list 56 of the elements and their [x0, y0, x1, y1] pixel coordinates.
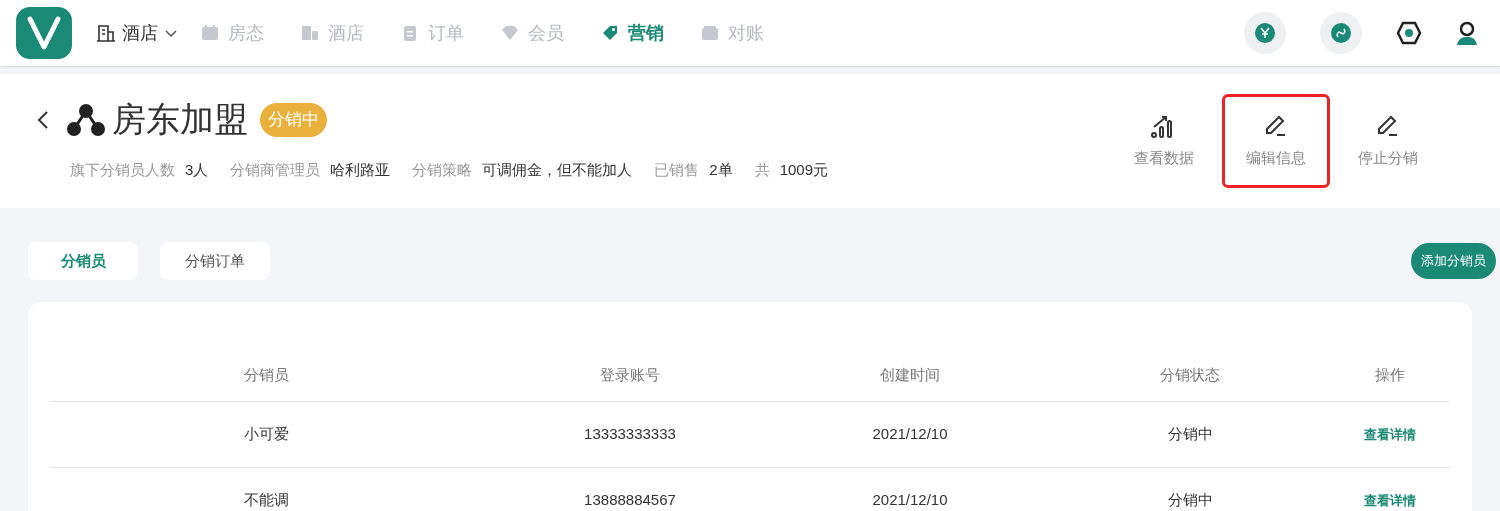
meta-value: 1009元	[779, 160, 829, 180]
meta-label: 旗下分销员人数	[70, 160, 175, 180]
status-badge: 分销中	[260, 102, 327, 137]
column-header: 分销员	[244, 365, 289, 386]
nav-tab[interactable]: 会员	[500, 19, 564, 47]
settings-button[interactable]	[1396, 21, 1422, 45]
table-cell-text: 2021/12/10	[872, 424, 948, 445]
nav-tab[interactable]: 房态	[200, 19, 264, 47]
link-button[interactable]	[1320, 12, 1362, 54]
meta-value: 可调佣金，但不能加人	[482, 160, 633, 180]
hexagon-icon	[1396, 21, 1422, 45]
action-button[interactable]: 停止分销	[1334, 94, 1442, 188]
building-icon	[300, 23, 320, 43]
chevron-left-icon	[36, 108, 50, 131]
add-distributor-button[interactable]: 添加分销员	[1411, 243, 1496, 279]
column-header: 登录账号	[600, 365, 660, 386]
table-cell-text: 小可爱	[244, 424, 289, 445]
view-details-link[interactable]: 查看详情	[1364, 490, 1416, 511]
action-button[interactable]: 查看数据	[1110, 94, 1218, 188]
nav-tab[interactable]: 订单	[400, 19, 464, 47]
hotel-dropdown[interactable]: 酒店	[96, 19, 178, 47]
view-details-link[interactable]: 查看详情	[1364, 424, 1416, 445]
column-header: 分销状态	[1160, 365, 1220, 386]
meta-label: 分销策略	[412, 160, 473, 180]
link-icon	[1331, 23, 1351, 43]
back-button[interactable]	[36, 108, 50, 131]
meta-value: 2单	[709, 160, 733, 180]
tab[interactable]: 分销员	[28, 242, 138, 280]
nav-tab[interactable]: 营销	[600, 19, 664, 47]
tab[interactable]: 分销订单	[160, 242, 270, 280]
meta-value: 3人	[185, 160, 209, 180]
table-cell-text: 分销中	[1167, 424, 1213, 445]
page-title: 房东加盟	[112, 99, 248, 140]
user-button[interactable]	[1456, 21, 1478, 45]
calendar-icon	[200, 23, 220, 43]
column-header: 创建时间	[880, 365, 940, 386]
table-cell-text: 不能调	[244, 490, 289, 511]
column-header: 操作	[1375, 365, 1405, 386]
table-cell-text: 分销中	[1167, 490, 1213, 511]
meta-label: 共	[754, 160, 770, 180]
nav-tab[interactable]: 对账	[700, 19, 764, 47]
logo-icon	[16, 7, 72, 59]
meta-value: 哈利路亚	[330, 160, 391, 180]
wallet-icon	[700, 23, 720, 43]
currency-button[interactable]	[1244, 12, 1286, 54]
table-cell-text: 13333333333	[584, 424, 676, 445]
network-icon	[66, 101, 106, 138]
table-cell-text: 13888884567	[584, 490, 676, 511]
table-cell-text: 2021/12/10	[872, 490, 948, 511]
user-icon	[1456, 21, 1478, 45]
meta-label: 分销商管理员	[230, 160, 321, 180]
meta-label: 已销售	[654, 160, 700, 180]
action-button[interactable]: 编辑信息	[1222, 94, 1330, 188]
yen-icon	[1255, 23, 1275, 43]
nav-tab[interactable]: 酒店	[300, 19, 364, 47]
building-icon	[96, 23, 116, 43]
